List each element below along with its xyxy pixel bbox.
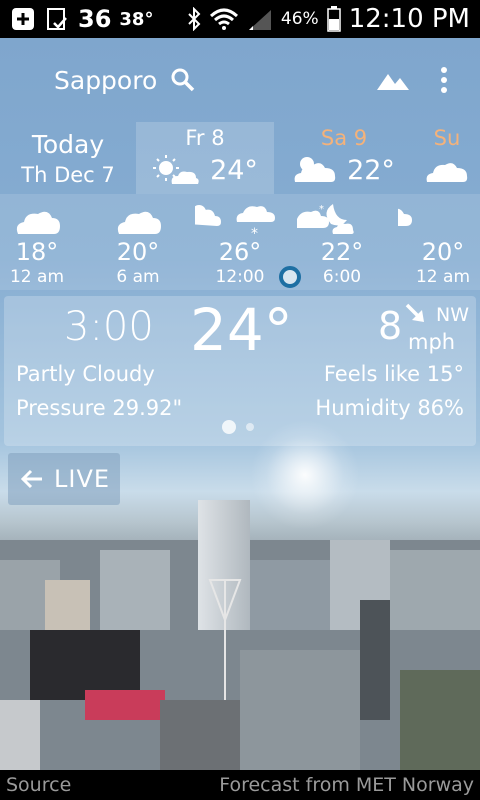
page-dot-active: [222, 420, 236, 434]
status-time: 12:10 PM: [348, 4, 470, 34]
landscape-icon[interactable]: [376, 68, 410, 92]
battery-icon: [326, 6, 341, 32]
wind-direction-arrow-icon: [405, 303, 424, 322]
status-bar: 36 38° 46% 12:10 PM: [0, 0, 480, 38]
cloud-icon: [294, 157, 336, 182]
cloud-icon: [426, 163, 468, 182]
day-temp: 24°: [210, 154, 258, 186]
cloud-snow-icon: *: [398, 208, 412, 226]
day-tab-fri[interactable]: Fr 8 24°: [136, 122, 274, 194]
arrow-left-icon: [20, 469, 42, 489]
battery-percent: 46%: [280, 9, 319, 29]
day-today-date: Th Dec 7: [21, 162, 115, 187]
more-vert-icon[interactable]: [440, 66, 448, 94]
hourly-item[interactable]: 18° 12 am: [0, 194, 82, 290]
sun-cloud-icon: [153, 155, 199, 184]
moon-cloud-icon: *: [297, 204, 354, 234]
clipboard-check-icon: [47, 8, 67, 30]
hourly-item[interactable]: * 22° 6:00: [297, 194, 387, 290]
feels-like-text: Feels like 15°: [323, 362, 464, 386]
search-icon[interactable]: [169, 66, 197, 94]
detail-time: 3:00: [64, 304, 154, 350]
detail-card[interactable]: 3:00 24° 8 NW mph Partly Cloudy Pressure…: [4, 296, 476, 446]
hourly-item[interactable]: * 26° 12:00: [195, 194, 285, 290]
day-today-label: Today: [31, 129, 105, 159]
humidity-text: Humidity 86%: [315, 396, 464, 420]
hourly-temp: 18°: [15, 238, 59, 266]
day-tab-sun[interactable]: Su: [414, 122, 480, 194]
footer-bar: Source Forecast from MET Norway: [0, 770, 480, 800]
hourly-temp: 20°: [421, 238, 465, 266]
wifi-icon: [209, 8, 238, 30]
hourly-time: 6 am: [116, 267, 160, 287]
hourly-temp: 22°: [320, 238, 364, 266]
day-tab-sat[interactable]: Sa 9 22°: [274, 122, 414, 194]
day-tab-today[interactable]: Today Th Dec 7: [0, 122, 136, 194]
hourly-temp: 20°: [116, 238, 160, 266]
current-time-indicator[interactable]: [279, 266, 301, 288]
day-temp: 22°: [347, 154, 395, 186]
hourly-forecast[interactable]: 18° 12 am 20° 6 am * 26° 12:00 * 22° 6:0…: [0, 194, 480, 290]
notification-plus-icon: [12, 8, 34, 30]
source-link[interactable]: Source: [6, 774, 71, 796]
signal-icon: [248, 10, 271, 30]
forecast-credit[interactable]: Forecast from MET Norway: [219, 774, 474, 796]
pressure-text: Pressure 29.92": [16, 396, 183, 420]
cloud-icon: [117, 211, 161, 234]
wind-speed: 8: [378, 304, 403, 348]
day-tabs: Today Th Dec 7 Fr 8 24° Sa 9 22° Su: [0, 122, 480, 194]
svg-text:*: *: [319, 204, 324, 215]
day-label: Su: [433, 126, 461, 150]
hourly-time: 12 am: [9, 267, 64, 287]
app-header: Sapporo: [0, 38, 480, 122]
status-temp-1: 36: [78, 5, 112, 33]
city-name[interactable]: Sapporo: [54, 66, 157, 95]
hourly-item[interactable]: 20° 6 am: [93, 194, 183, 290]
wind-direction: NW: [436, 304, 469, 326]
hourly-time: 6:00: [322, 267, 362, 287]
live-label: LIVE: [54, 465, 111, 493]
hourly-time: 12:00: [215, 267, 265, 287]
city-skyline-image: [0, 500, 480, 770]
cloud-icon: [16, 211, 60, 234]
status-temp-2: 38°: [119, 8, 154, 30]
hourly-item[interactable]: * 20° 12 am: [398, 194, 480, 290]
sun-cloud-snow-icon: *: [195, 205, 275, 240]
page-indicator: [222, 420, 254, 434]
condition-text: Partly Cloudy: [16, 362, 155, 386]
day-label: Sa 9: [320, 126, 368, 150]
hourly-temp: 26°: [218, 238, 262, 266]
live-button[interactable]: LIVE: [8, 453, 120, 505]
day-label: Fr 8: [185, 126, 225, 150]
detail-temp: 24°: [190, 296, 293, 364]
wind-unit: mph: [408, 330, 456, 354]
bluetooth-icon: [188, 7, 201, 31]
hourly-time: 12 am: [415, 267, 470, 287]
page-dot: [246, 423, 254, 431]
